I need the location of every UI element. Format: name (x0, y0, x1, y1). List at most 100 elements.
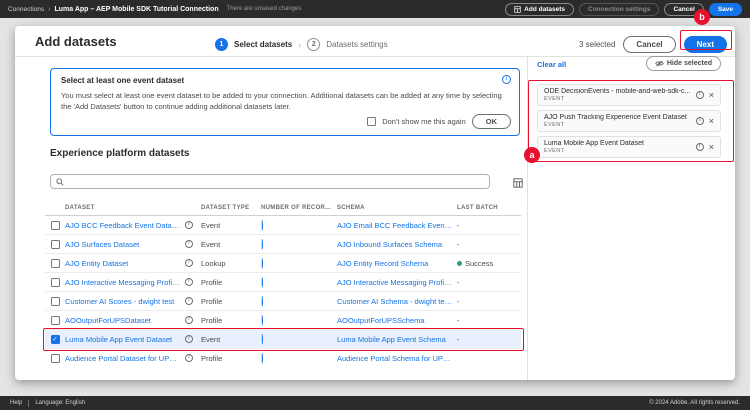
col-records[interactable]: NUMBER OF RECOR... (261, 205, 337, 211)
add-datasets-modal: Add datasets 1 Select datasets › 2 Datas… (15, 26, 735, 380)
schema-link[interactable]: AJO Entity Record Schema (337, 259, 457, 268)
schema-link[interactable]: AOOutputForUPSSchema (337, 316, 457, 325)
row-checkbox[interactable] (51, 297, 60, 306)
dataset-name-link[interactable]: Audience Portal Dataset for UPS Inc... (65, 354, 185, 363)
schema-link[interactable]: Customer AI Schema - dwight test 1... (337, 297, 457, 306)
row-checkbox[interactable] (51, 278, 60, 287)
search-icon (56, 178, 64, 186)
close-icon[interactable]: × (709, 117, 714, 126)
selected-dataset-card: AJO Push Tracking Experience Event Datas… (537, 110, 721, 132)
loading-spinner-icon (261, 220, 263, 231)
schema-link[interactable]: Audience Portal Schema for UPS Inc... (337, 354, 457, 363)
table-row[interactable]: Audience Portal Dataset for UPS Inc... P… (45, 349, 521, 366)
info-icon[interactable] (185, 316, 193, 324)
dont-show-checkbox[interactable] (367, 117, 376, 126)
breadcrumb-connections-link[interactable]: Connections (8, 6, 44, 13)
info-icon[interactable] (696, 91, 704, 99)
unsaved-changes-text: There are unsaved changes (227, 6, 302, 12)
info-icon[interactable] (185, 278, 193, 286)
chevron-right-icon: › (48, 6, 50, 13)
help-link[interactable]: Help (10, 400, 22, 406)
selected-dataset-type: EVENT (544, 122, 691, 128)
chevron-right-icon: › (298, 40, 301, 50)
info-icon[interactable] (696, 143, 704, 151)
info-icon[interactable] (185, 240, 193, 248)
table-row[interactable]: AJO Entity Dataset Lookup AJO Entity Rec… (45, 254, 521, 273)
language-selector[interactable]: Language: English (35, 400, 85, 406)
wizard-cancel-button[interactable]: Cancel (623, 36, 675, 53)
schema-link[interactable]: AJO Email BCC Feedback Event Sch... (337, 221, 457, 230)
table-row[interactable]: AJO Interactive Messaging Profile D... P… (45, 273, 521, 292)
row-checkbox[interactable] (51, 259, 60, 268)
topbar-cancel-button[interactable]: Cancel (664, 3, 703, 16)
row-checkbox[interactable] (51, 240, 60, 249)
last-batch-value: - (457, 316, 521, 325)
dataset-name-link[interactable]: AJO Entity Dataset (65, 259, 185, 268)
loading-spinner-icon (261, 258, 263, 269)
add-datasets-button[interactable]: Add datasets (505, 3, 574, 16)
dataset-name-link[interactable]: Customer AI Scores - dwight test (65, 297, 185, 306)
loading-spinner-icon (261, 277, 263, 288)
step-2-label: Datasets settings (326, 40, 387, 49)
card-text: AJO Push Tracking Experience Event Datas… (544, 114, 691, 128)
last-batch-value: - (457, 335, 521, 344)
col-dataset-type[interactable]: DATASET TYPE (201, 205, 261, 211)
loading-spinner-icon (261, 334, 263, 345)
column-settings-icon[interactable] (513, 175, 523, 193)
dataset-name-link[interactable]: AJO Surfaces Dataset (65, 240, 185, 249)
row-checkbox[interactable] (51, 221, 60, 230)
row-checkbox[interactable] (51, 354, 60, 363)
dataset-name-link[interactable]: AOOutputForUPSDataset (65, 316, 185, 325)
dataset-name-link[interactable]: AJO BCC Feedback Event Dataset (65, 221, 185, 230)
schema-link[interactable]: AJO Inbound Surfaces Schema (337, 240, 457, 249)
selected-dataset-name: ODE DecisionEvents - mobile-and-web-sdk-… (544, 88, 691, 95)
col-dataset[interactable]: DATASET (65, 205, 185, 211)
table-row[interactable]: AJO BCC Feedback Event Dataset Event AJO… (45, 216, 521, 235)
row-checkbox[interactable] (51, 316, 60, 325)
selected-dataset-type: EVENT (544, 148, 691, 154)
info-icon[interactable] (696, 117, 704, 125)
step-1-label: Select datasets (234, 40, 292, 49)
table-row-selected[interactable]: Luma Mobile App Event Dataset Event Luma… (45, 330, 521, 349)
connection-settings-button[interactable]: Connection settings (579, 3, 659, 16)
table-row[interactable]: AJO Surfaces Dataset Event AJO Inbound S… (45, 235, 521, 254)
selected-dataset-card: ODE DecisionEvents - mobile-and-web-sdk-… (537, 84, 721, 106)
last-batch-value: - (457, 221, 521, 230)
last-batch-value: - (457, 240, 521, 249)
dataset-type: Profile (201, 297, 261, 306)
info-icon[interactable] (185, 297, 193, 305)
selected-dataset-name: Luma Mobile App Event Dataset (544, 140, 691, 147)
panel-divider (527, 56, 528, 380)
dataset-search (50, 174, 490, 189)
topbar-actions: Add datasets Connection settings Cancel … (505, 3, 742, 16)
schema-link[interactable]: Luma Mobile App Event Schema (337, 335, 457, 344)
next-button[interactable]: Next (684, 36, 727, 53)
search-input[interactable] (68, 177, 484, 186)
info-icon[interactable] (185, 259, 193, 267)
save-button[interactable]: Save (709, 3, 742, 16)
ok-button[interactable]: OK (472, 114, 511, 129)
col-last-batch[interactable]: LAST BATCH (457, 205, 521, 211)
table-row[interactable]: AOOutputForUPSDataset Profile AOOutputFo… (45, 311, 521, 330)
loading-spinner-icon (261, 296, 263, 307)
selected-dataset-name: AJO Push Tracking Experience Event Datas… (544, 114, 691, 121)
schema-link[interactable]: AJO Interactive Messaging Profile Sc... (337, 278, 457, 287)
dataset-name-link[interactable]: Luma Mobile App Event Dataset (65, 335, 185, 344)
datasets-table: DATASET DATASET TYPE NUMBER OF RECOR... … (45, 200, 521, 366)
table-row[interactable]: Customer AI Scores - dwight test Profile… (45, 292, 521, 311)
info-icon[interactable] (185, 354, 193, 362)
close-icon[interactable]: × (709, 91, 714, 100)
close-icon[interactable]: × (709, 143, 714, 152)
save-label: Save (718, 6, 733, 13)
info-icon[interactable] (185, 335, 193, 343)
clear-all-link[interactable]: Clear all (537, 60, 566, 69)
hide-selected-button[interactable]: Hide selected (646, 56, 721, 71)
selected-dataset-card: Luma Mobile App Event Dataset EVENT × (537, 136, 721, 158)
selected-count: 3 selected (579, 40, 615, 49)
info-icon[interactable] (185, 221, 193, 229)
dataset-name-link[interactable]: AJO Interactive Messaging Profile D... (65, 278, 185, 287)
col-schema[interactable]: SCHEMA (337, 205, 457, 211)
row-checkbox-checked[interactable] (51, 335, 60, 344)
header-divider (15, 56, 735, 57)
dataset-type: Lookup (201, 259, 261, 268)
